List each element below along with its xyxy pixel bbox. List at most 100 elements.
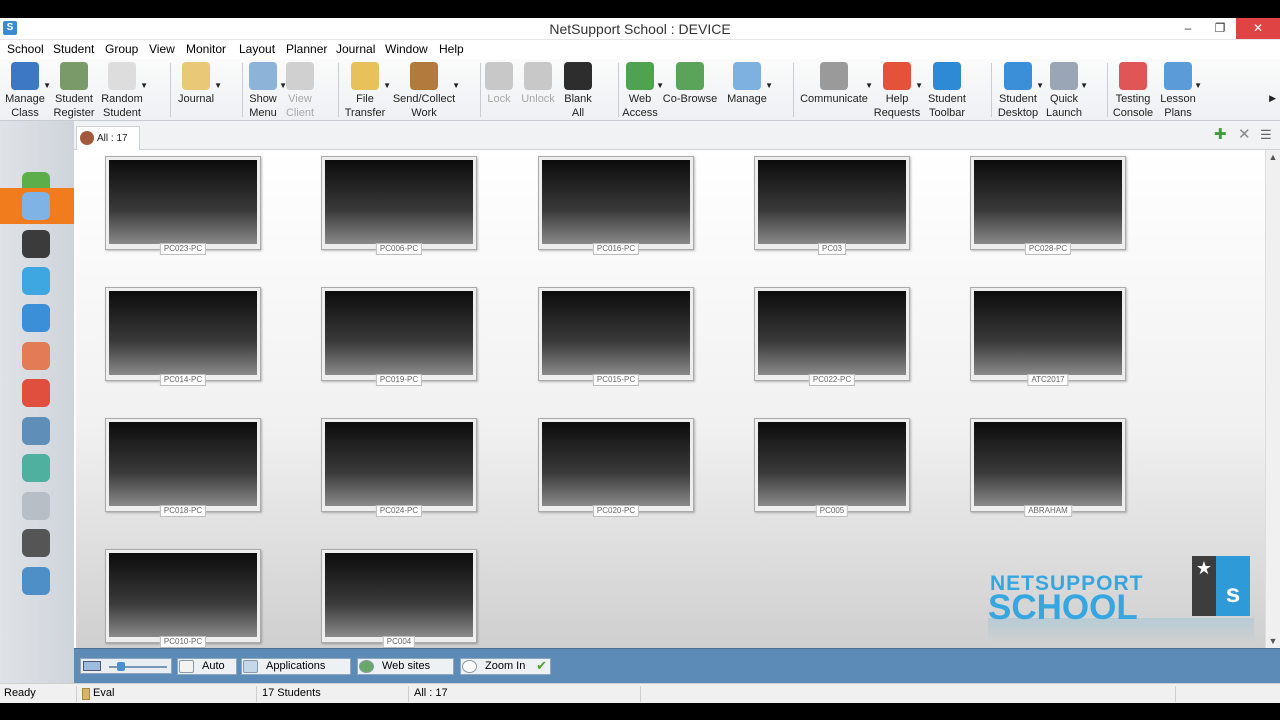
student-screen bbox=[109, 160, 257, 244]
tab-all[interactable]: All : 17 bbox=[76, 126, 140, 150]
sidebar-item-applications[interactable] bbox=[0, 338, 74, 374]
details-view-icon[interactable]: ☰ bbox=[1260, 127, 1272, 142]
dropdown-arrow-icon[interactable]: ▼ bbox=[865, 81, 873, 90]
sidebar-item-keyboard[interactable] bbox=[0, 525, 74, 561]
student-name-label: PC018-PC bbox=[159, 505, 207, 517]
view-client-button: View Client bbox=[280, 61, 320, 119]
quick-launch-button[interactable]: Quick Launch ▼ bbox=[1044, 61, 1088, 119]
menu-group[interactable]: Group bbox=[105, 42, 138, 56]
blank-all-button[interactable]: Blank All bbox=[560, 61, 596, 119]
student-thumbnail[interactable]: PC016-PC bbox=[538, 156, 694, 255]
sidebar-item-cd[interactable] bbox=[0, 488, 74, 524]
sidebar-item-chart[interactable] bbox=[0, 563, 74, 599]
student-name-label: PC028-PC bbox=[1024, 243, 1072, 255]
scroll-up-icon[interactable]: ▲ bbox=[1266, 152, 1280, 162]
toolbar-label: Journal bbox=[177, 93, 215, 105]
student-thumbnail[interactable]: PC004 bbox=[321, 549, 477, 648]
websites-button[interactable]: Web sites bbox=[357, 658, 454, 675]
web-access-button[interactable]: Web Access ▼ bbox=[620, 61, 664, 119]
communicate-button[interactable]: Communicate ▼ bbox=[799, 61, 873, 119]
dropdown-arrow-icon[interactable]: ▼ bbox=[915, 81, 923, 90]
manage-button[interactable]: Manage ▼ bbox=[725, 61, 773, 119]
puzzle-icon bbox=[1164, 62, 1192, 90]
student-toolbar-button[interactable]: Student Toolbar bbox=[925, 61, 969, 119]
menu-layout[interactable]: Layout bbox=[239, 42, 275, 56]
dropdown-arrow-icon[interactable]: ▼ bbox=[383, 81, 391, 90]
co-browse-icon bbox=[676, 62, 704, 90]
student-thumbnail[interactable]: PC020-PC bbox=[538, 418, 694, 517]
student-desktop-icon bbox=[1004, 62, 1032, 90]
netsupport-school-logo: NETSUPPORT SCHOOL ★ s bbox=[988, 556, 1258, 642]
communicate-icon bbox=[820, 62, 848, 90]
vertical-scrollbar[interactable]: ▲ ▼ bbox=[1265, 150, 1280, 648]
student-thumbnail[interactable]: ABRAHAM bbox=[970, 418, 1126, 517]
dropdown-arrow-icon[interactable]: ▼ bbox=[43, 81, 51, 90]
student-thumbnail[interactable]: PC018-PC bbox=[105, 418, 261, 517]
slider-knob[interactable] bbox=[117, 662, 125, 671]
sidebar-item-thumbnails[interactable] bbox=[0, 188, 74, 224]
sidebar-item-question[interactable] bbox=[0, 263, 74, 299]
menu-school[interactable]: School bbox=[7, 42, 44, 56]
menu-window[interactable]: Window bbox=[385, 42, 428, 56]
sidebar-item-pie-chart[interactable] bbox=[0, 375, 74, 411]
student-name-label: PC019-PC bbox=[375, 374, 423, 386]
cd-icon bbox=[22, 492, 50, 520]
file-transfer-icon bbox=[351, 62, 379, 90]
lock-icon bbox=[485, 62, 513, 90]
thumbnails-icon bbox=[22, 192, 50, 220]
app-window: S NetSupport School : DEVICE – ❐ ✕ Schoo… bbox=[0, 0, 1280, 720]
zoom-in-button[interactable]: Zoom In ✔ bbox=[460, 658, 551, 675]
dropdown-arrow-icon[interactable]: ▼ bbox=[140, 81, 148, 90]
close-button[interactable]: ✕ bbox=[1236, 18, 1280, 39]
menu-journal[interactable]: Journal bbox=[336, 42, 375, 56]
journal-button[interactable]: Journal ▼ bbox=[174, 61, 222, 119]
student-screen bbox=[758, 291, 906, 375]
minimize-button[interactable]: – bbox=[1172, 18, 1204, 39]
student-thumbnail[interactable]: PC014-PC bbox=[105, 287, 261, 386]
dropdown-arrow-icon[interactable]: ▼ bbox=[214, 81, 222, 90]
sidebar-item-printer[interactable] bbox=[0, 413, 74, 449]
grid-icon bbox=[179, 660, 194, 673]
remove-group-icon[interactable]: ✕ bbox=[1238, 127, 1251, 142]
thumbnail-size-slider[interactable] bbox=[80, 658, 172, 674]
applications-button[interactable]: Applications bbox=[241, 658, 351, 675]
student-thumbnail[interactable]: ATC2017 bbox=[970, 287, 1126, 386]
menu-monitor[interactable]: Monitor bbox=[186, 42, 226, 56]
add-group-icon[interactable]: ✚ bbox=[1214, 127, 1227, 142]
student-thumbnail[interactable]: PC024-PC bbox=[321, 418, 477, 517]
auto-button[interactable]: Auto bbox=[177, 658, 237, 675]
student-thumbnail[interactable]: PC023-PC bbox=[105, 156, 261, 255]
scroll-down-icon[interactable]: ▼ bbox=[1266, 636, 1280, 646]
menu-planner[interactable]: Planner bbox=[286, 42, 327, 56]
restore-button[interactable]: ❐ bbox=[1204, 18, 1236, 39]
logo-mark-letter: s bbox=[1225, 578, 1241, 608]
send-collect-work-button[interactable]: Send/Collect Work ▼ bbox=[392, 61, 460, 119]
menu-view[interactable]: View bbox=[149, 42, 175, 56]
menu-student[interactable]: Student bbox=[53, 42, 94, 56]
student-thumbnail[interactable]: PC03 bbox=[754, 156, 910, 255]
dropdown-arrow-icon[interactable]: ▼ bbox=[452, 81, 460, 90]
sidebar-item-globe[interactable] bbox=[0, 300, 74, 336]
toolbar-label: Manage bbox=[727, 93, 767, 105]
student-thumbnail[interactable]: PC019-PC bbox=[321, 287, 477, 386]
toolbar-separator bbox=[991, 63, 992, 117]
sidebar-item-headphones[interactable] bbox=[0, 226, 74, 262]
student-thumbnail[interactable]: PC005 bbox=[754, 418, 910, 517]
sidebar-item-users[interactable] bbox=[0, 450, 74, 486]
co-browse-button[interactable]: Co-Browse bbox=[660, 61, 720, 119]
monitor-size-icon bbox=[83, 661, 101, 671]
student-thumbnail[interactable]: PC015-PC bbox=[538, 287, 694, 386]
student-thumbnail[interactable]: PC028-PC bbox=[970, 156, 1126, 255]
dropdown-arrow-icon[interactable]: ▼ bbox=[765, 81, 773, 90]
dropdown-arrow-icon[interactable]: ▼ bbox=[1080, 81, 1088, 90]
toolbar-overflow-button[interactable]: ▶ bbox=[1269, 93, 1276, 104]
student-thumbnail[interactable]: PC006-PC bbox=[321, 156, 477, 255]
student-screen bbox=[542, 422, 690, 506]
menu-help[interactable]: Help bbox=[439, 42, 464, 56]
student-thumbnail[interactable]: PC010-PC bbox=[105, 549, 261, 648]
random-student-button[interactable]: Random Student ▼ bbox=[100, 61, 148, 119]
lesson-plans-button[interactable]: Lesson Plans ▼ bbox=[1158, 61, 1202, 119]
dropdown-arrow-icon[interactable]: ▼ bbox=[1194, 81, 1202, 90]
student-thumbnail[interactable]: PC022-PC bbox=[754, 287, 910, 386]
dropdown-arrow-icon[interactable]: ▼ bbox=[1036, 81, 1044, 90]
